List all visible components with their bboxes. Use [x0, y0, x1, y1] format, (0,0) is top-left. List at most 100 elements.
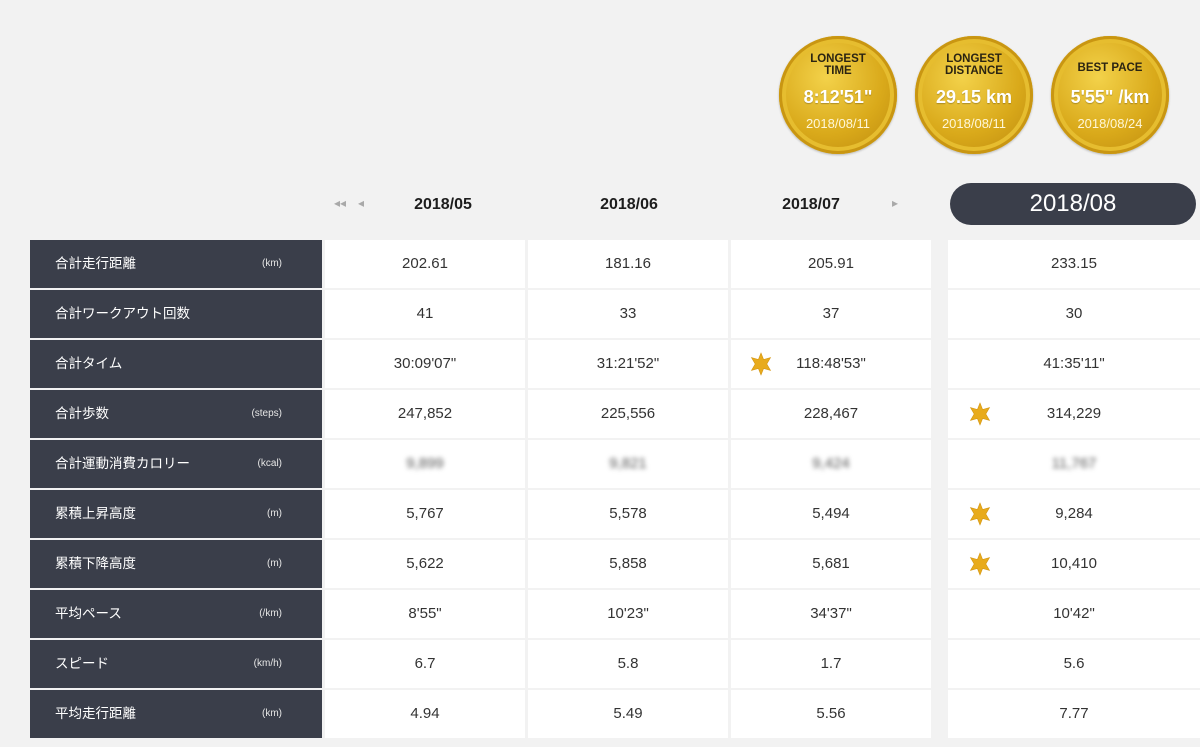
month-header-3: 2018/07 — [782, 196, 840, 213]
row-label: 累積上昇高度 — [55, 506, 136, 521]
value-cell: 228,467 — [731, 390, 931, 438]
value-cell: 37 — [731, 290, 931, 338]
row-label: スピード — [55, 656, 109, 671]
best-pace-medal: BEST PACE 5'55" /km 2018/08/24 — [1051, 36, 1169, 154]
cell-value: 1.7 — [820, 655, 842, 672]
row-label-cell: 平均ペース (/km) — [30, 590, 322, 638]
row-label-cell: 合計歩数 (steps) — [30, 390, 322, 438]
value-cell: 10'23" — [528, 590, 728, 638]
cell-value: 181.16 — [605, 255, 651, 272]
current-month-pill[interactable]: 2018/08 — [950, 183, 1196, 225]
cell-value: 202.61 — [402, 255, 448, 272]
stats-row: スピード (km/h) 6.7 5.8 1.7 5.6 — [30, 640, 1200, 688]
row-label-cell: 累積下降高度 (m) — [30, 540, 322, 588]
cell-value: 37 — [822, 305, 840, 322]
cell-value: 5,578 — [609, 505, 647, 522]
cell-value: 5,494 — [812, 505, 850, 522]
value-cell: 34'37" — [731, 590, 931, 638]
medal-value: 8:12'51" — [803, 87, 873, 107]
cell-value: 9,284 — [1055, 505, 1093, 522]
cell-value: 9,899 — [406, 455, 444, 472]
month-header-2: 2018/06 — [600, 196, 658, 213]
medal-value: 5'55" /km — [1070, 87, 1150, 107]
row-label-cell: スピード (km/h) — [30, 640, 322, 688]
row-label-cell: 合計運動消費カロリー (kcal) — [30, 440, 322, 488]
cell-value: 30 — [1065, 305, 1083, 322]
value-cell: 5,578 — [528, 490, 728, 538]
next-arrow-icon[interactable]: ▸ — [892, 196, 898, 210]
cell-value: 233.15 — [1051, 255, 1097, 272]
cell-value: 11,767 — [1051, 455, 1097, 472]
row-unit: (km) — [262, 708, 282, 719]
stats-row: 合計歩数 (steps) 247,852 225,556 228,467 314,229 — [30, 390, 1200, 438]
row-label-cell: 合計タイム — [30, 340, 322, 388]
cell-value: 10'23" — [607, 605, 649, 622]
value-cell: 5,858 — [528, 540, 728, 588]
row-label: 合計運動消費カロリー — [55, 456, 190, 471]
cell-value: 10'42" — [1053, 605, 1095, 622]
row-label: 平均ペース — [55, 606, 122, 621]
row-label-cell: 合計ワークアウト回数 — [30, 290, 322, 338]
cell-value: 9,821 — [609, 455, 647, 472]
row-label: 平均走行距離 — [55, 706, 136, 721]
cell-value: 5,858 — [609, 555, 647, 572]
cell-value: 41 — [416, 305, 434, 322]
row-label: 合計走行距離 — [55, 256, 136, 271]
cell-value: 7.77 — [1059, 705, 1089, 722]
value-cell: 4.94 — [325, 690, 525, 738]
cell-value: 5,767 — [406, 505, 444, 522]
value-cell: 11,767 — [948, 440, 1200, 488]
stats-row: 平均走行距離 (km) 4.94 5.49 5.56 7.77 — [30, 690, 1200, 738]
value-cell: 5.56 — [731, 690, 931, 738]
cell-value: 5,622 — [406, 555, 444, 572]
longest-distance-medal: LONGEST DISTANCE 29.15 km 2018/08/11 — [915, 36, 1033, 154]
value-cell: 33 — [528, 290, 728, 338]
value-cell: 1.7 — [731, 640, 931, 688]
record-star-icon — [968, 552, 992, 576]
stats-row: 累積上昇高度 (m) 5,767 5,578 5,494 9,284 — [30, 490, 1200, 538]
value-cell: 9,899 — [325, 440, 525, 488]
row-label: 合計タイム — [55, 356, 123, 371]
cell-value: 33 — [619, 305, 637, 322]
value-cell: 202.61 — [325, 240, 525, 288]
value-cell: 225,556 — [528, 390, 728, 438]
value-cell: 41:35'11" — [948, 340, 1200, 388]
cell-value: 5.6 — [1063, 655, 1085, 672]
cell-value: 205.91 — [808, 255, 854, 272]
value-cell: 7.77 — [948, 690, 1200, 738]
value-cell: 8'55" — [325, 590, 525, 638]
medal-title: BEST PACE — [1077, 62, 1143, 74]
row-unit: (km) — [262, 258, 282, 269]
medal-title: LONGEST TIME — [810, 53, 866, 77]
cell-value: 8'55" — [408, 605, 442, 622]
value-cell: 5,681 — [731, 540, 931, 588]
cell-value: 5.56 — [816, 705, 846, 722]
cell-value: 30:09'07" — [393, 355, 457, 372]
row-label-cell: 累積上昇高度 (m) — [30, 490, 322, 538]
value-cell: 5.8 — [528, 640, 728, 688]
value-cell: 30 — [948, 290, 1200, 338]
cell-value: 34'37" — [810, 605, 852, 622]
row-label-cell: 合計走行距離 (km) — [30, 240, 322, 288]
record-star-icon — [749, 352, 773, 376]
value-cell: 9,821 — [528, 440, 728, 488]
value-cell: 31:21'52" — [528, 340, 728, 388]
value-cell: 9,284 — [948, 490, 1200, 538]
cell-value: 228,467 — [803, 405, 859, 422]
record-star-icon — [968, 402, 992, 426]
cell-value: 10,410 — [1051, 555, 1097, 572]
cell-value: 314,229 — [1046, 405, 1102, 422]
cell-value: 247,852 — [397, 405, 453, 422]
cell-value: 41:35'11" — [1043, 355, 1105, 372]
value-cell: 5,767 — [325, 490, 525, 538]
row-unit: (m) — [267, 508, 282, 519]
cell-value: 5.49 — [613, 705, 643, 722]
medal-date: 2018/08/24 — [1077, 116, 1143, 131]
row-unit: (/km) — [259, 608, 282, 619]
value-cell: 314,229 — [948, 390, 1200, 438]
month-header-1: 2018/05 — [414, 196, 472, 213]
value-cell: 205.91 — [731, 240, 931, 288]
value-cell: 10,410 — [948, 540, 1200, 588]
row-unit: (kcal) — [257, 458, 282, 469]
cell-value: 6.7 — [414, 655, 436, 672]
